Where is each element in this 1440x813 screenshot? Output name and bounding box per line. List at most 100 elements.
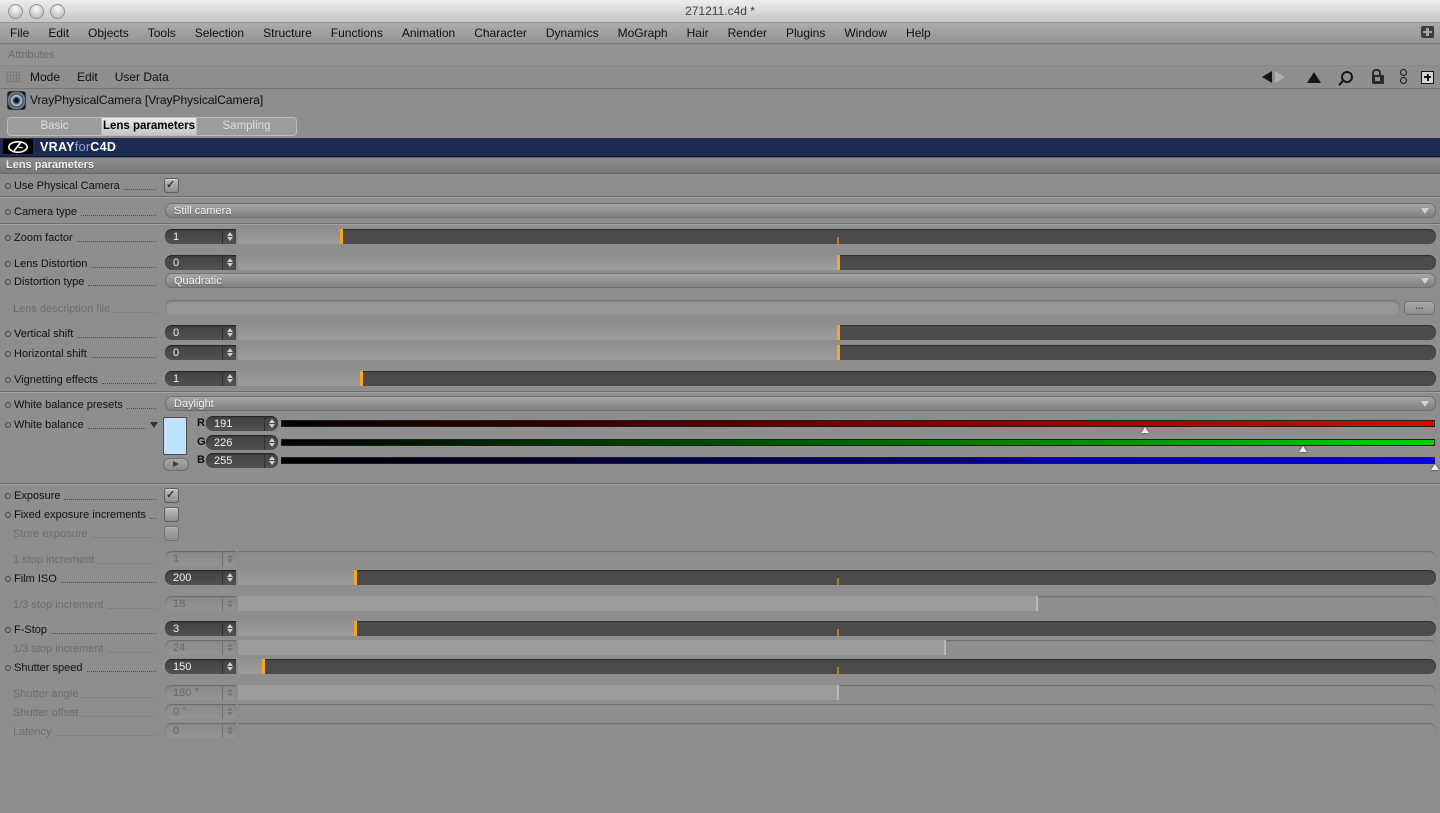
stepper-down-icon[interactable] bbox=[226, 559, 233, 563]
horizontal-shift-stepper[interactable] bbox=[222, 345, 236, 360]
back-icon[interactable] bbox=[1262, 71, 1272, 83]
film-iso-slider[interactable] bbox=[238, 570, 1436, 585]
one-third-stop-increment-fstop-slider[interactable] bbox=[238, 640, 1436, 655]
stepper-down-icon[interactable] bbox=[226, 353, 233, 357]
link-icon[interactable] bbox=[1400, 69, 1408, 85]
stepper-up-icon[interactable] bbox=[226, 258, 233, 262]
channel-gradient-bar-b[interactable] bbox=[281, 457, 1435, 464]
lens-description-file-input[interactable] bbox=[165, 300, 1400, 315]
white-balance-presets-dropdown[interactable]: Daylight bbox=[165, 396, 1436, 411]
search-icon[interactable] bbox=[1341, 71, 1353, 83]
vertical-shift-slider[interactable] bbox=[238, 325, 1436, 340]
stepper-up-icon[interactable] bbox=[226, 643, 233, 647]
lens-distortion-value-field[interactable]: 0 bbox=[165, 255, 236, 270]
stepper-down-icon[interactable] bbox=[226, 712, 233, 716]
vertical-shift-slider-handle[interactable] bbox=[837, 325, 840, 340]
exposure-checkbox[interactable]: ✓ bbox=[164, 488, 179, 503]
stepper-up-icon[interactable] bbox=[226, 662, 233, 666]
vignetting-effects-stepper[interactable] bbox=[222, 371, 236, 386]
shutter-offset-stepper[interactable] bbox=[222, 704, 236, 719]
stepper-down-icon[interactable] bbox=[226, 578, 233, 582]
one-stop-increment-value-field[interactable]: 1 bbox=[165, 551, 236, 566]
one-stop-increment-slider[interactable] bbox=[238, 551, 1436, 566]
zoom-factor-value-field[interactable]: 1 bbox=[165, 229, 236, 244]
vignetting-effects-slider-handle[interactable] bbox=[360, 371, 363, 386]
f-stop-value-field[interactable]: 3 bbox=[165, 621, 236, 636]
zoom-factor-slider[interactable] bbox=[238, 229, 1436, 244]
keyframe-dot-icon[interactable] bbox=[5, 208, 11, 215]
channel-slider-handle[interactable] bbox=[1141, 427, 1149, 433]
stepper-up-icon[interactable] bbox=[226, 726, 233, 730]
stepper-up-icon[interactable] bbox=[226, 348, 233, 352]
film-iso-value-field[interactable]: 200 bbox=[165, 570, 236, 585]
lock-icon[interactable] bbox=[1372, 69, 1384, 84]
shutter-speed-slider-handle[interactable] bbox=[262, 659, 265, 674]
stepper-down-icon[interactable] bbox=[226, 263, 233, 267]
up-icon[interactable] bbox=[1307, 71, 1321, 83]
stepper-up-icon[interactable] bbox=[268, 456, 275, 460]
stepper-up-icon[interactable] bbox=[226, 328, 233, 332]
keyframe-dot-icon[interactable] bbox=[5, 182, 11, 189]
keyframe-dot-icon[interactable] bbox=[5, 575, 11, 582]
stepper-down-icon[interactable] bbox=[226, 693, 233, 697]
color-expand-button[interactable] bbox=[163, 458, 189, 471]
one-third-stop-increment-iso-value-field[interactable]: 18 bbox=[165, 596, 236, 611]
grip-icon[interactable] bbox=[6, 71, 20, 83]
menu-item-animation[interactable]: Animation bbox=[402, 26, 455, 40]
vignetting-effects-slider[interactable] bbox=[238, 371, 1436, 386]
lens-distortion-stepper[interactable] bbox=[222, 255, 236, 270]
keyframe-dot-icon[interactable] bbox=[5, 376, 11, 383]
f-stop-slider[interactable] bbox=[238, 621, 1436, 636]
stepper-up-icon[interactable] bbox=[268, 419, 275, 423]
menu-item-edit[interactable]: Edit bbox=[48, 26, 69, 40]
stepper-down-icon[interactable] bbox=[268, 424, 275, 428]
camera-type-dropdown[interactable]: Still camera bbox=[165, 203, 1436, 218]
stepper-up-icon[interactable] bbox=[226, 374, 233, 378]
add-panel-icon[interactable] bbox=[1421, 70, 1434, 84]
keyframe-dot-icon[interactable] bbox=[5, 330, 11, 337]
film-iso-slider-handle[interactable] bbox=[354, 570, 357, 585]
keyframe-dot-icon[interactable] bbox=[5, 260, 11, 267]
stepper-up-icon[interactable] bbox=[226, 707, 233, 711]
menu-item-plugins[interactable]: Plugins bbox=[786, 26, 825, 40]
forward-icon[interactable] bbox=[1275, 71, 1285, 83]
menu-item-render[interactable]: Render bbox=[728, 26, 767, 40]
channel-slider-handle[interactable] bbox=[1431, 464, 1439, 470]
menu-item-dynamics[interactable]: Dynamics bbox=[546, 26, 599, 40]
stepper-down-icon[interactable] bbox=[226, 604, 233, 608]
one-third-stop-increment-fstop-stepper[interactable] bbox=[222, 640, 236, 655]
horizontal-shift-value-field[interactable]: 0 bbox=[165, 345, 236, 360]
vignetting-effects-value-field[interactable]: 1 bbox=[165, 371, 236, 386]
lens-distortion-slider[interactable] bbox=[238, 255, 1436, 270]
channel-gradient-bar-r[interactable] bbox=[281, 420, 1435, 427]
latency-slider[interactable] bbox=[238, 723, 1436, 738]
distortion-type-dropdown[interactable]: Quadratic bbox=[165, 273, 1436, 288]
keyframe-dot-icon[interactable] bbox=[5, 278, 11, 285]
menu-item-tools[interactable]: Tools bbox=[148, 26, 176, 40]
film-iso-stepper[interactable] bbox=[222, 570, 236, 585]
stepper-down-icon[interactable] bbox=[226, 333, 233, 337]
shutter-speed-slider[interactable] bbox=[238, 659, 1436, 674]
stepper-down-icon[interactable] bbox=[226, 629, 233, 633]
stepper-down-icon[interactable] bbox=[226, 648, 233, 652]
channel-stepper[interactable] bbox=[264, 416, 278, 431]
stepper-up-icon[interactable] bbox=[226, 599, 233, 603]
one-third-stop-increment-fstop-value-field[interactable]: 24 bbox=[165, 640, 236, 655]
one-third-stop-increment-iso-stepper[interactable] bbox=[222, 596, 236, 611]
f-stop-stepper[interactable] bbox=[222, 621, 236, 636]
keyframe-dot-icon[interactable] bbox=[5, 401, 11, 408]
menu-item-file[interactable]: File bbox=[10, 26, 29, 40]
menu-item-window[interactable]: Window bbox=[844, 26, 887, 40]
shutter-speed-stepper[interactable] bbox=[222, 659, 236, 674]
one-third-stop-increment-iso-slider[interactable] bbox=[238, 596, 1436, 611]
tab-lens-parameters[interactable]: Lens parameters bbox=[101, 118, 197, 135]
shutter-angle-slider[interactable] bbox=[238, 685, 1436, 700]
horizontal-shift-slider-handle[interactable] bbox=[837, 345, 840, 360]
menu-item-hair[interactable]: Hair bbox=[687, 26, 709, 40]
white-balance-r-field[interactable]: 191 bbox=[206, 416, 278, 431]
shutter-offset-slider[interactable] bbox=[238, 704, 1436, 719]
channel-stepper[interactable] bbox=[264, 453, 278, 468]
one-stop-increment-stepper[interactable] bbox=[222, 551, 236, 566]
shutter-offset-value-field[interactable]: 0 ° bbox=[165, 704, 236, 719]
keyframe-dot-icon[interactable] bbox=[5, 626, 11, 633]
